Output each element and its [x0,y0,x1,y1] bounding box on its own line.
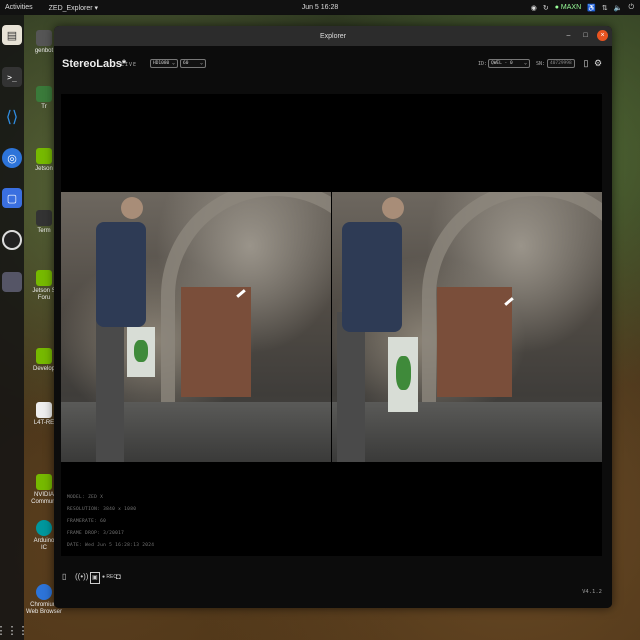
live-indicator: LIVE [121,62,138,68]
camera-info-overlay: MODEL: ZED X RESOLUTION: 3840 x 1080 FRA… [67,492,154,552]
stream-icon[interactable]: ((•)) [75,572,88,582]
svo-icon[interactable]: ▣ [90,572,100,584]
chromium-icon[interactable]: ◎ [2,148,22,168]
nvidia-icon [36,270,52,286]
minimize-button[interactable]: – [563,30,574,41]
chevron-down-icon: ⌄ [523,60,527,66]
date-info: DATE: Wed Jun 5 16:28:13 2024 [67,543,155,548]
person-legs [96,312,124,462]
model-info: MODEL: ZED X [67,495,104,500]
nvidia-icon [36,348,52,364]
camera-snapshot-icon[interactable]: ◘ [116,572,121,582]
person-torso [96,222,146,327]
serial-number-field: 40729998 [547,59,575,68]
frame-drop-info: FRAME DROP: 3/20017 [67,531,125,536]
explorer-window: Explorer – □ × StereoLabs* LIVE HD1080 ⌄ … [54,26,612,608]
held-sign [388,337,418,412]
system-tray[interactable]: ◉ ↻ ● MAXN ♿ ⇅ 🔈 ⏻ [531,4,634,12]
vscode-icon[interactable]: ⟨⟩ [2,107,22,127]
home-folder-icon [36,30,52,46]
chevron-down-icon: ⌄ [171,60,175,66]
person-torso [342,222,402,332]
nvidia-icon [36,474,52,490]
video-viewer: MODEL: ZED X RESOLUTION: 3840 x 1080 FRA… [61,94,602,556]
clock[interactable]: Jun 5 16:28 [302,4,339,11]
tablet-icon[interactable]: ▯ [581,58,591,68]
update-icon[interactable]: ↻ [543,4,549,12]
window-title: Explorer [319,32,347,40]
fps-select[interactable]: 60 ⌄ [180,59,206,68]
power-icon[interactable]: ⏻ [628,4,634,12]
app-menu[interactable]: ZED_Explorer ▾ [49,4,98,12]
resolution-select[interactable]: HD1080 ⌄ [150,59,178,68]
app-icon [36,86,52,102]
dock: ▤ >_ ⟨⟩ ◎ ▢ ⋮⋮⋮ [0,15,29,640]
floor [332,402,602,462]
record-button[interactable]: ● REC [102,572,117,582]
left-camera-view [61,192,331,462]
resolution-value: HD1080 [153,61,170,66]
window-controls: – □ × [563,30,608,41]
chevron-down-icon: ⌄ [199,60,203,66]
power-mode-label: MAXN [560,4,582,11]
serial-number-value: 40729998 [550,61,572,66]
serial-number-label: SN: [536,61,546,67]
right-camera-view [332,192,602,462]
camera-id-value: QWEL - 0 [491,61,513,66]
resolution-info: RESOLUTION: 3840 x 1080 [67,507,137,512]
held-sign [127,327,155,377]
camera-id-label: ID: [478,61,488,67]
chromium-icon [36,584,52,600]
nvidia-icon [36,148,52,164]
terminal-icon [36,210,52,226]
files-icon[interactable]: ▤ [2,25,22,45]
arduino-icon [36,520,52,536]
maximize-button[interactable]: □ [580,30,591,41]
zed-explorer-icon[interactable] [2,272,22,292]
activities-button[interactable]: Activities [5,4,33,11]
brand-logo: StereoLabs* [62,58,127,70]
power-mode-indicator[interactable]: ● MAXN [555,4,581,11]
top-bar: Activities ZED_Explorer ▾ Jun 5 16:28 ◉ … [0,0,640,15]
screenshot-tool-icon[interactable]: ▢ [2,188,22,208]
framerate-info: FRAMERATE: 60 [67,519,107,524]
document-icon [36,402,52,418]
app-header: StereoLabs* LIVE HD1080 ⌄ 60 ⌄ ID: QWEL - … [54,46,612,84]
settings-icon[interactable]: ⚙ [593,58,603,68]
window-titlebar[interactable]: Explorer – □ × [54,26,612,46]
person-legs [337,312,365,462]
version-label: V4.1.2 [582,589,602,595]
camera-id-select[interactable]: QWEL - 0 ⌄ [488,59,530,68]
network-icon[interactable]: ⇅ [602,4,608,12]
terminal-icon[interactable]: >_ [2,67,22,87]
fps-value: 60 [183,61,189,66]
close-button[interactable]: × [597,30,608,41]
bottom-toolbar: ▯ ((•)) ▣ ● REC ◘ V4.1.2 [54,566,612,608]
stereo-video-feed[interactable] [61,192,602,462]
obs-icon[interactable] [2,230,22,250]
person-head [382,197,404,219]
volume-icon[interactable]: 🔈 [614,4,623,12]
person-head [121,197,143,219]
chrome-tray-icon[interactable]: ◉ [531,4,537,12]
accessibility-icon[interactable]: ♿ [587,4,596,12]
file-icon[interactable]: ▯ [62,572,66,582]
show-apps-icon[interactable]: ⋮⋮⋮ [0,620,29,640]
